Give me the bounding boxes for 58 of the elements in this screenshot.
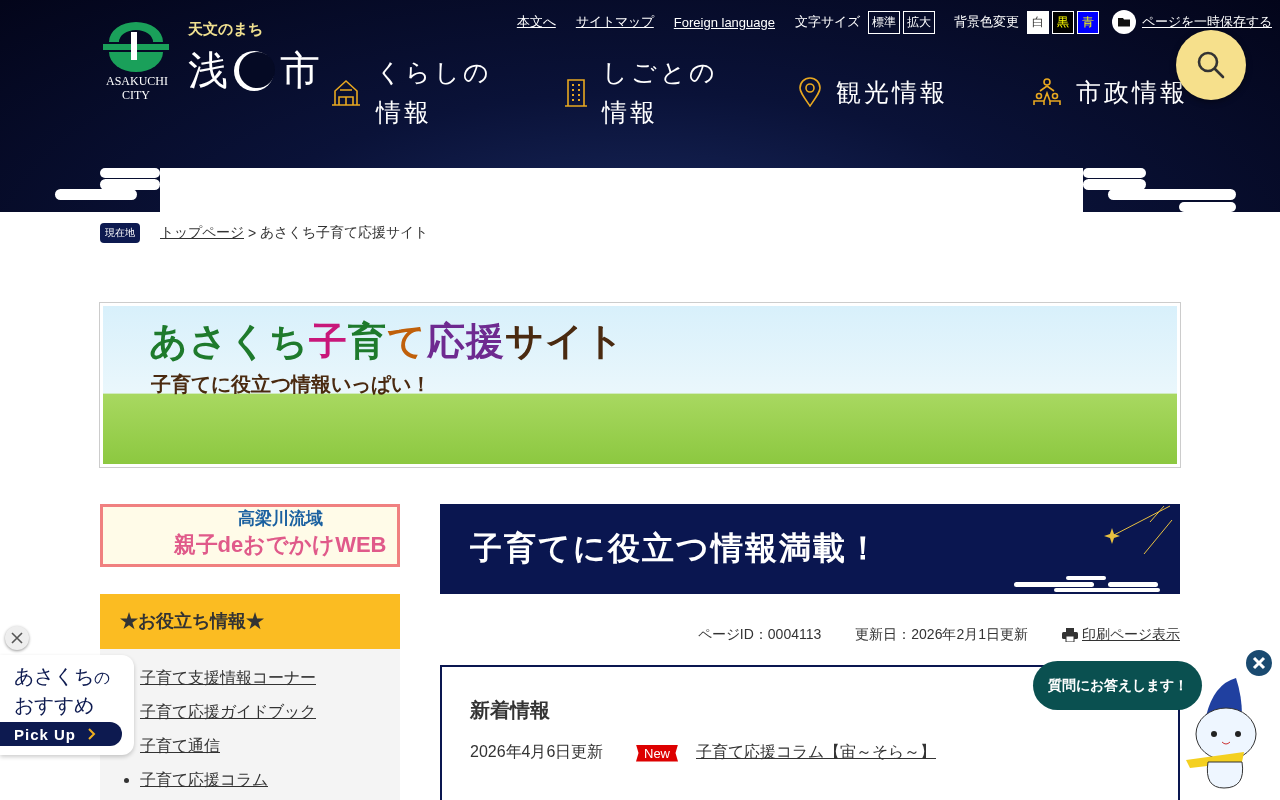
breadcrumb-current: あさくち子育て応援サイト bbox=[260, 224, 429, 242]
pickup-button[interactable]: Pick Up bbox=[0, 722, 122, 746]
new-badge: New bbox=[636, 744, 678, 762]
nav-menu-item[interactable]: 市政情報 bbox=[1032, 52, 1266, 132]
news-date: 2026年4月6日更新 bbox=[470, 742, 605, 762]
logo-tagline: 天文のまち bbox=[188, 20, 264, 39]
background-color-label: 背景色変更 bbox=[954, 13, 1019, 31]
pickup-title: あさくちの bbox=[14, 664, 111, 689]
header-link[interactable]: 本文へ bbox=[516, 13, 556, 31]
printer-icon bbox=[1062, 628, 1078, 642]
font-size-button[interactable]: 拡大 bbox=[903, 10, 935, 34]
map-pin-icon bbox=[798, 77, 822, 107]
moon-icon bbox=[232, 48, 276, 93]
pickup-subtitle: おすすめ bbox=[14, 693, 95, 718]
nav-menu-item[interactable]: 観光情報 bbox=[798, 52, 1032, 132]
city-name-english: ASAKUCHI CITY bbox=[106, 74, 166, 102]
banner-subtitle: 子育てに役立つ情報いっぱい！ bbox=[151, 372, 432, 397]
background-color-button[interactable]: 黒 bbox=[1052, 10, 1074, 34]
font-size-button[interactable]: 標準 bbox=[868, 10, 900, 34]
nav-menu-item[interactable]: くらしの情報 bbox=[330, 52, 564, 132]
city-name-char: 市 bbox=[280, 47, 320, 95]
side-menu-link[interactable]: 子育て応援コラム bbox=[140, 763, 268, 797]
page-id: ページID：0004113 bbox=[697, 626, 822, 644]
chevron-right-icon bbox=[88, 728, 97, 740]
outing-web-banner[interactable]: 高梁川流域 親子deおでかけWEB bbox=[100, 504, 400, 567]
city-emblem-icon bbox=[101, 20, 171, 72]
header-link[interactable]: Foreign language bbox=[673, 14, 775, 30]
page-heading: 子育てに役立つ情報満載！ bbox=[470, 529, 881, 568]
house-icon bbox=[330, 77, 362, 107]
side-menu-link[interactable]: 子育て支援情報コーナー bbox=[140, 661, 316, 695]
banner-title: あさくち子育て応援サイト bbox=[149, 319, 626, 364]
header-link[interactable]: サイトマップ bbox=[575, 13, 654, 31]
font-size-label: 文字サイズ bbox=[795, 13, 860, 31]
print-page-link[interactable]: 印刷ページ表示 bbox=[1082, 626, 1180, 644]
background-color-button[interactable]: 白 bbox=[1027, 10, 1049, 34]
news-title: 新着情報 bbox=[470, 698, 551, 723]
news-link[interactable]: 子育て応援コラム【宙～そら～】 bbox=[696, 742, 936, 763]
close-icon bbox=[11, 632, 23, 644]
close-button[interactable] bbox=[5, 626, 29, 650]
breadcrumb-link[interactable]: トップページ bbox=[160, 224, 244, 242]
folder-icon bbox=[1112, 10, 1136, 34]
current-location-badge: 現在地 bbox=[100, 223, 140, 243]
search-icon bbox=[1196, 50, 1226, 80]
updated-date: 更新日：2026年2月1日更新 bbox=[855, 626, 1028, 644]
breadcrumb-separator: > bbox=[248, 225, 257, 241]
pickup-panel[interactable]: あさくちの おすすめ Pick Up bbox=[0, 655, 134, 755]
side-menu-title: ★お役立ち情報★ bbox=[100, 594, 400, 649]
city-name-char: 浅 bbox=[188, 47, 228, 95]
side-menu-link[interactable]: 子育て応援ガイドブック bbox=[140, 695, 316, 729]
side-menu-link[interactable]: 子育て通信 bbox=[140, 729, 220, 763]
save-page-link[interactable]: ページを一時保存する bbox=[1142, 13, 1272, 31]
building-icon bbox=[564, 77, 588, 107]
chat-bubble[interactable]: 質問にお答えします！ bbox=[1033, 661, 1202, 710]
bullet-icon bbox=[124, 777, 129, 783]
nav-menu-item[interactable]: しごとの情報 bbox=[564, 52, 798, 132]
people-icon bbox=[1032, 77, 1062, 107]
background-color-button[interactable]: 青 bbox=[1077, 10, 1099, 34]
close-icon bbox=[1252, 656, 1266, 670]
